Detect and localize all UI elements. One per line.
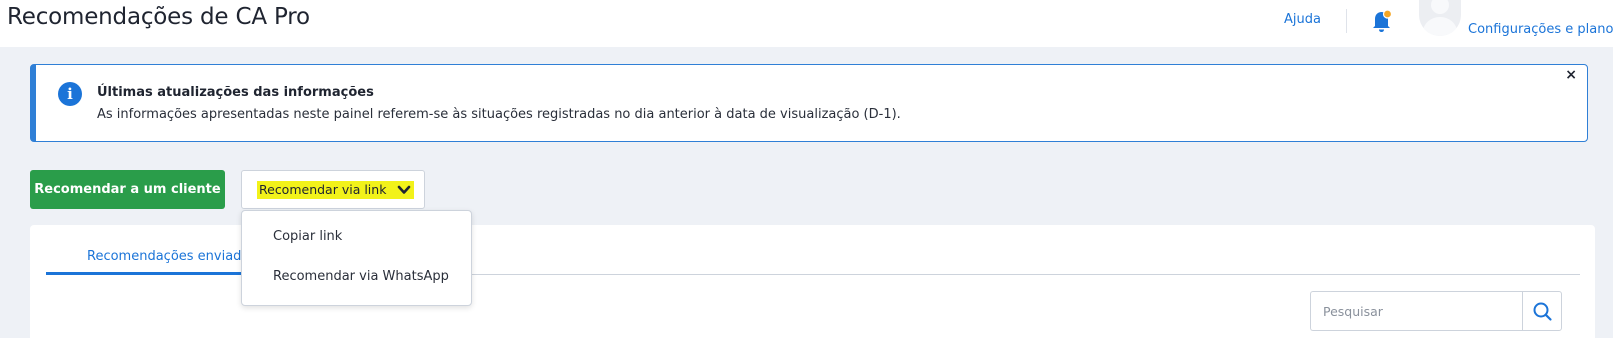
- header-divider: [1346, 9, 1347, 33]
- whatsapp-menu-item[interactable]: Recomendar via WhatsApp: [242, 257, 471, 297]
- page-title: Recomendações de CA Pro: [7, 4, 310, 30]
- recommend-link-label: Recomendar via link: [259, 182, 387, 197]
- recommend-link-dropdown: Copiar link Recomendar via WhatsApp: [241, 210, 472, 306]
- info-icon: i: [58, 82, 82, 106]
- top-header: Recomendações de CA Pro Ajuda Configuraç…: [0, 0, 1613, 47]
- copy-link-menu-item[interactable]: Copiar link: [242, 217, 471, 257]
- banner-text: As informações apresentadas neste painel…: [97, 107, 901, 122]
- bell-icon[interactable]: [1371, 9, 1393, 33]
- settings-link[interactable]: Configurações e plano: [1468, 22, 1613, 37]
- banner-title: Últimas atualizações das informações: [97, 85, 374, 100]
- help-link[interactable]: Ajuda: [1284, 12, 1321, 27]
- info-banner: i Últimas atualizações das informações A…: [30, 64, 1588, 142]
- recommend-client-button[interactable]: Recomendar a um cliente: [30, 170, 225, 209]
- search-icon: [1533, 302, 1552, 321]
- search-button[interactable]: [1522, 291, 1562, 331]
- close-icon[interactable]: ×: [1565, 67, 1577, 83]
- chevron-down-icon: [397, 185, 411, 194]
- avatar[interactable]: [1419, 0, 1461, 36]
- recommend-link-button[interactable]: Recomendar via link: [241, 170, 425, 209]
- search-input[interactable]: [1310, 291, 1522, 331]
- tab-recommendations-sent-label[interactable]: Recomendações enviadas: [87, 249, 256, 264]
